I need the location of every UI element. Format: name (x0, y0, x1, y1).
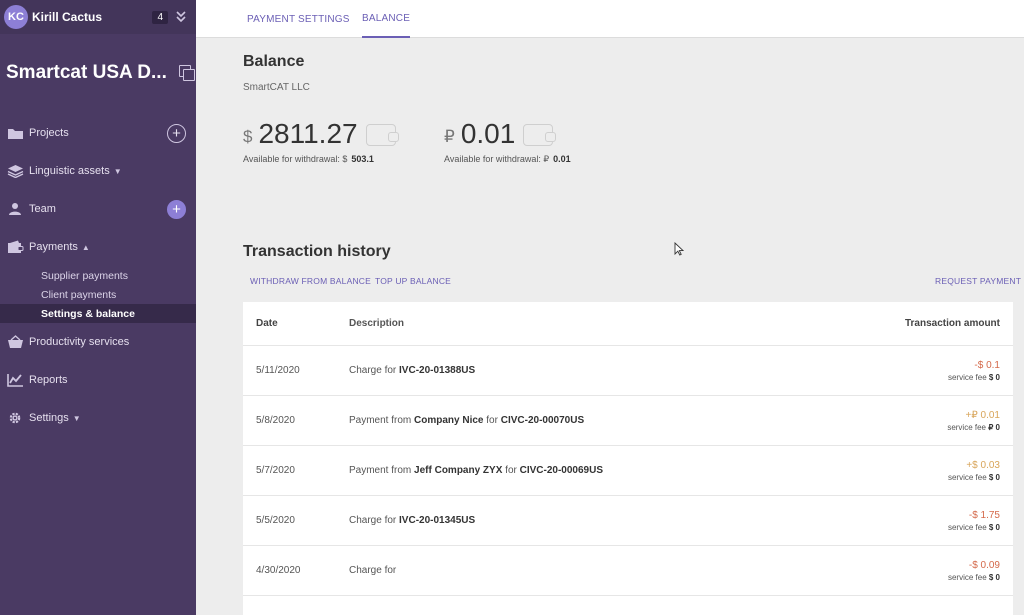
row-description: Payment from Jeff Company ZYX for CIVC-2… (349, 465, 603, 476)
page-title: Balance (243, 53, 305, 70)
row-description: Charge for IVC-20-01345US (349, 515, 476, 526)
avatar[interactable]: KC (4, 5, 28, 29)
sidebar-item-payments[interactable]: Payments ▲ (0, 228, 196, 266)
copy-icon[interactable] (178, 65, 195, 81)
row-description: Charge for (349, 565, 397, 576)
sidebar-item-projects[interactable]: Projects + (0, 114, 196, 152)
sidebar-item-settings[interactable]: Settings ▼ (0, 399, 196, 437)
table-header: Date Description Transaction amount (243, 302, 1013, 346)
usd-available: Available for withdrawal: $503.1 (243, 154, 374, 164)
chevron-up-icon: ▲ (81, 242, 90, 252)
column-date: Date (256, 318, 278, 329)
rub-balance: ₽ 0.01 Available for withdrawal: ₽0.01 (444, 120, 571, 165)
row-amount: -$ 0.1 (974, 359, 1000, 371)
row-fee: service fee $ 0 (947, 372, 1000, 382)
tab-balance[interactable]: BALANCE (362, 0, 411, 38)
sidebar-subitem-settings-balance[interactable]: Settings & balance (0, 304, 196, 323)
row-amount: -$ 1.75 (968, 509, 1000, 521)
row-date: 5/11/2020 (256, 365, 300, 376)
sidebar-nav: Projects + Linguistic assets ▼ Team + Pa… (0, 114, 196, 437)
sidebar-item-label: Projects (29, 127, 69, 139)
mouse-cursor-icon (674, 242, 684, 256)
table-row[interactable]: 5/8/2020 Payment from Company Nice for C… (243, 396, 1013, 446)
row-amount: +₽ 0.01 (965, 409, 1000, 421)
user-bar[interactable]: KC Kirill Cactus 4 (0, 0, 196, 34)
wallet-icon (523, 124, 557, 146)
table-row[interactable]: 4/30/2020 Charge for -$ 0.09 service fee… (243, 546, 1013, 596)
sidebar-item-label: Productivity services (29, 336, 130, 348)
row-date: 5/7/2020 (256, 465, 295, 476)
row-date: 4/30/2020 (256, 565, 301, 576)
column-description: Description (349, 318, 405, 329)
ruble-symbol: ₽ (444, 127, 455, 146)
company-header: Smartcat USA D... (0, 34, 196, 94)
sidebar-item-linguistic-assets[interactable]: Linguistic assets ▼ (0, 152, 196, 190)
layers-icon (6, 164, 24, 178)
row-fee: service fee $ 0 (947, 522, 1000, 532)
row-fee: service fee ₽ 0 (947, 422, 1000, 432)
row-description: Payment from Company Nice for CIVC-20-00… (349, 415, 585, 426)
table-row[interactable]: 5/11/2020 Charge for IVC-20-01388US -$ 0… (243, 346, 1013, 396)
add-project-icon[interactable]: + (167, 123, 186, 143)
notification-count-badge[interactable]: 4 (152, 10, 168, 24)
gear-icon (6, 411, 24, 425)
transaction-table: Date Description Transaction amount 5/11… (243, 302, 1013, 615)
sidebar-item-label: Payments (29, 241, 78, 253)
sidebar: KC Kirill Cactus 4 Smartcat USA D... Pro… (0, 0, 196, 615)
top-tab-bar: PAYMENT SETTINGS BALANCE (196, 0, 1024, 38)
sidebar-item-label: Reports (29, 374, 68, 386)
row-description: Charge for IVC-20-01388US (349, 365, 476, 376)
row-amount: +$ 0.03 (966, 459, 1000, 471)
column-amount: Transaction amount (904, 318, 1000, 329)
folder-icon (6, 126, 24, 140)
rub-balance-amount: 0.01 (460, 118, 516, 149)
user-name[interactable]: Kirill Cactus (32, 10, 152, 24)
tab-payment-settings[interactable]: PAYMENT SETTINGS (247, 0, 350, 38)
sidebar-item-productivity[interactable]: Productivity services (0, 323, 196, 361)
top-up-button[interactable]: TOP UP BALANCE (375, 276, 451, 286)
row-date: 5/8/2020 (256, 415, 295, 426)
basket-icon (6, 335, 24, 349)
request-payment-button[interactable]: REQUEST PAYMENT (935, 276, 1021, 286)
row-date: 5/5/2020 (256, 515, 295, 526)
sidebar-subitem-supplier-payments[interactable]: Supplier payments (0, 266, 196, 285)
dollar-symbol: $ (243, 127, 253, 146)
table-row[interactable]: 5/5/2020 Charge for IVC-20-01345US -$ 1.… (243, 496, 1013, 546)
rub-available: Available for withdrawal: ₽0.01 (444, 154, 571, 164)
sidebar-subitem-client-payments[interactable]: Client payments (0, 285, 196, 304)
add-team-member-icon[interactable]: + (167, 199, 186, 219)
chart-icon (6, 373, 24, 387)
sidebar-item-label: Linguistic assets (29, 165, 110, 177)
row-fee: service fee $ 0 (947, 472, 1000, 482)
usd-balance: $ 2811.27 Available for withdrawal: $503… (243, 118, 399, 164)
double-chevron-down-icon[interactable] (176, 10, 186, 24)
person-icon (6, 202, 24, 216)
company-name: Smartcat USA D... (6, 62, 167, 83)
sidebar-item-team[interactable]: Team + (0, 190, 196, 228)
withdraw-button[interactable]: WITHDRAW FROM BALANCE (250, 276, 371, 286)
table-row[interactable]: 5/7/2020 Payment from Jeff Company ZYX f… (243, 446, 1013, 496)
sidebar-item-reports[interactable]: Reports (0, 361, 196, 399)
row-amount: -$ 0.09 (968, 559, 1000, 571)
company-label: SmartCAT LLC (243, 82, 310, 93)
chevron-down-icon: ▼ (113, 166, 122, 176)
sidebar-item-label: Team (29, 203, 56, 215)
transaction-history-title: Transaction history (243, 243, 391, 260)
wallet-icon (6, 240, 24, 254)
chevron-down-icon: ▼ (72, 413, 81, 423)
wallet-icon (365, 124, 399, 146)
row-fee: service fee $ 0 (947, 572, 1000, 582)
sidebar-item-label: Settings (29, 412, 69, 424)
usd-balance-amount: 2811.27 (258, 118, 358, 149)
